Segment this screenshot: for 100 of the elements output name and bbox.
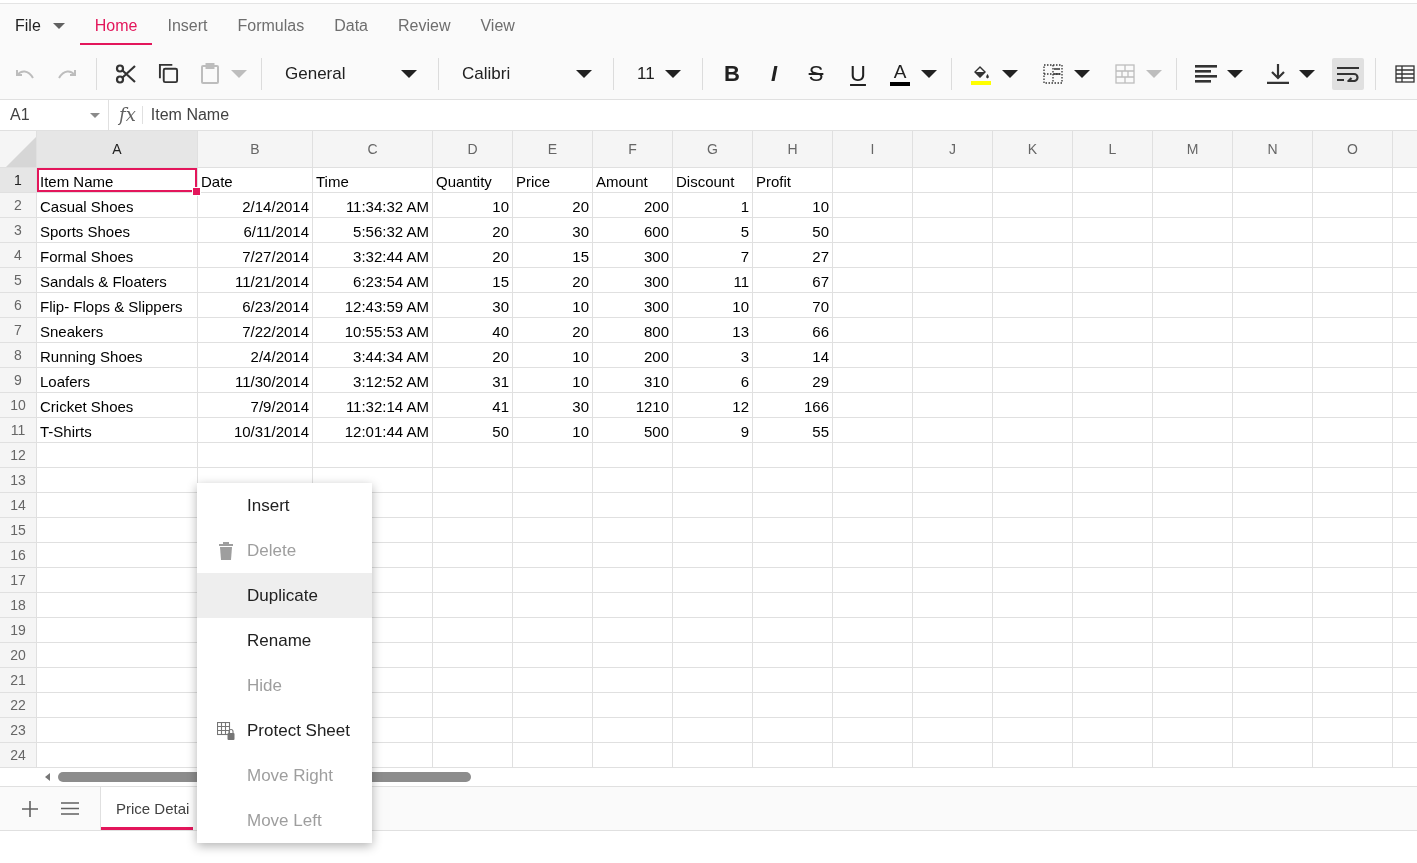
ribbon-tab[interactable]: Data xyxy=(319,4,383,48)
function-button[interactable]: fx xyxy=(119,106,143,124)
table-cell[interactable]: 5 xyxy=(673,218,753,242)
column-header[interactable]: E xyxy=(513,131,593,167)
table-cell[interactable]: Sandals & Floaters xyxy=(37,268,198,292)
formula-field[interactable]: Item Name xyxy=(150,100,1417,130)
sheet-tab[interactable]: Price Detai xyxy=(100,787,194,830)
table-cell[interactable]: 30 xyxy=(513,393,593,417)
table-cell[interactable]: 300 xyxy=(593,243,673,267)
column-header[interactable]: G xyxy=(673,131,753,167)
menu-item[interactable]: Protect Sheet xyxy=(197,708,372,753)
table-cell[interactable]: 6/11/2014 xyxy=(198,218,313,242)
row-header[interactable]: 11 xyxy=(0,418,37,442)
table-cell[interactable]: 10 xyxy=(433,193,513,217)
ribbon-tab[interactable]: File xyxy=(0,4,80,48)
table-cell[interactable]: 6 xyxy=(673,368,753,392)
table-cell[interactable]: 20 xyxy=(513,193,593,217)
table-cell[interactable]: 500 xyxy=(593,418,673,442)
wrap-text-button[interactable] xyxy=(1332,57,1364,90)
table-cell[interactable]: 41 xyxy=(433,393,513,417)
table-cell[interactable]: Running Shoes xyxy=(37,343,198,367)
table-cell[interactable]: 1 xyxy=(673,193,753,217)
table-cell[interactable]: 3:12:52 AM xyxy=(313,368,433,392)
table-cell[interactable]: 10 xyxy=(673,293,753,317)
table-cell[interactable]: 6/23/2014 xyxy=(198,293,313,317)
table-cell[interactable]: 30 xyxy=(433,293,513,317)
row-header[interactable]: 12 xyxy=(0,443,37,467)
column-header[interactable]: O xyxy=(1313,131,1393,167)
table-cell[interactable]: Loafers xyxy=(37,368,198,392)
table-cell[interactable]: 2/4/2014 xyxy=(198,343,313,367)
table-cell[interactable]: 15 xyxy=(513,243,593,267)
row-header[interactable]: 9 xyxy=(0,368,37,392)
table-cell[interactable]: Amount xyxy=(593,168,673,192)
column-header[interactable]: K xyxy=(993,131,1073,167)
table-cell[interactable]: 11/30/2014 xyxy=(198,368,313,392)
table-cell[interactable]: 30 xyxy=(513,218,593,242)
ribbon-tab[interactable]: View xyxy=(465,4,530,48)
table-cell[interactable]: 10 xyxy=(513,368,593,392)
table-cell[interactable]: 300 xyxy=(593,268,673,292)
fill-handle-icon[interactable] xyxy=(192,187,201,196)
ribbon-tab[interactable]: Formulas xyxy=(222,4,320,48)
bold-button[interactable]: B xyxy=(714,57,750,90)
table-cell[interactable]: 3:44:34 AM xyxy=(313,343,433,367)
table-cell[interactable]: 70 xyxy=(753,293,833,317)
row-header[interactable]: 3 xyxy=(0,218,37,242)
table-cell[interactable]: 20 xyxy=(513,318,593,342)
table-cell[interactable]: 9 xyxy=(673,418,753,442)
table-cell[interactable]: 1210 xyxy=(593,393,673,417)
row-header[interactable]: 1 xyxy=(0,168,37,192)
row-header[interactable]: 13 xyxy=(0,468,37,492)
table-cell[interactable]: 3:32:44 AM xyxy=(313,243,433,267)
table-cell[interactable]: 10 xyxy=(513,343,593,367)
menu-item[interactable]: Rename xyxy=(197,618,372,663)
table-cell[interactable]: 11/21/2014 xyxy=(198,268,313,292)
row-header[interactable]: 17 xyxy=(0,568,37,592)
name-box[interactable]: A1 xyxy=(0,100,109,130)
table-cell[interactable]: 29 xyxy=(753,368,833,392)
table-cell[interactable]: 40 xyxy=(433,318,513,342)
table-cell[interactable]: 50 xyxy=(753,218,833,242)
row-header[interactable]: 10 xyxy=(0,393,37,417)
column-header[interactable]: L xyxy=(1073,131,1153,167)
table-cell[interactable]: 11 xyxy=(673,268,753,292)
row-header[interactable]: 8 xyxy=(0,343,37,367)
menu-item[interactable]: Insert xyxy=(197,483,372,528)
table-cell[interactable]: 10 xyxy=(513,293,593,317)
table-cell[interactable]: Sneakers xyxy=(37,318,198,342)
table-cell[interactable]: 13 xyxy=(673,318,753,342)
column-header[interactable]: J xyxy=(913,131,993,167)
table-cell[interactable]: 66 xyxy=(753,318,833,342)
table-cell[interactable]: 800 xyxy=(593,318,673,342)
table-cell[interactable]: 2/14/2014 xyxy=(198,193,313,217)
table-cell[interactable]: 12:43:59 AM xyxy=(313,293,433,317)
table-cell[interactable]: 7/22/2014 xyxy=(198,318,313,342)
row-header[interactable]: 7 xyxy=(0,318,37,342)
table-cell[interactable]: 20 xyxy=(433,243,513,267)
row-header[interactable]: 6 xyxy=(0,293,37,317)
number-format-dropdown[interactable]: General xyxy=(273,57,427,90)
ribbon-tab[interactable]: Insert xyxy=(152,4,223,48)
row-header[interactable]: 15 xyxy=(0,518,37,542)
table-cell[interactable]: 11:32:14 AM xyxy=(313,393,433,417)
table-cell[interactable]: 10:55:53 AM xyxy=(313,318,433,342)
table-cell[interactable]: Sports Shoes xyxy=(37,218,198,242)
column-header[interactable]: N xyxy=(1233,131,1313,167)
table-cell[interactable]: Profit xyxy=(753,168,833,192)
menu-item[interactable]: Duplicate xyxy=(197,573,372,618)
table-cell[interactable]: 600 xyxy=(593,218,673,242)
table-cell[interactable]: 12 xyxy=(673,393,753,417)
row-header[interactable]: 20 xyxy=(0,643,37,667)
table-cell[interactable]: T-Shirts xyxy=(37,418,198,442)
table-cell[interactable]: Discount xyxy=(673,168,753,192)
table-cell[interactable]: 27 xyxy=(753,243,833,267)
table-cell[interactable]: 200 xyxy=(593,193,673,217)
column-header[interactable]: H xyxy=(753,131,833,167)
table-cell[interactable]: 5:56:32 AM xyxy=(313,218,433,242)
table-cell[interactable]: 10/31/2014 xyxy=(198,418,313,442)
row-header[interactable]: 23 xyxy=(0,718,37,742)
column-header[interactable]: M xyxy=(1153,131,1233,167)
table-cell[interactable]: 7 xyxy=(673,243,753,267)
column-header[interactable]: B xyxy=(198,131,313,167)
table-cell[interactable]: 10 xyxy=(753,193,833,217)
